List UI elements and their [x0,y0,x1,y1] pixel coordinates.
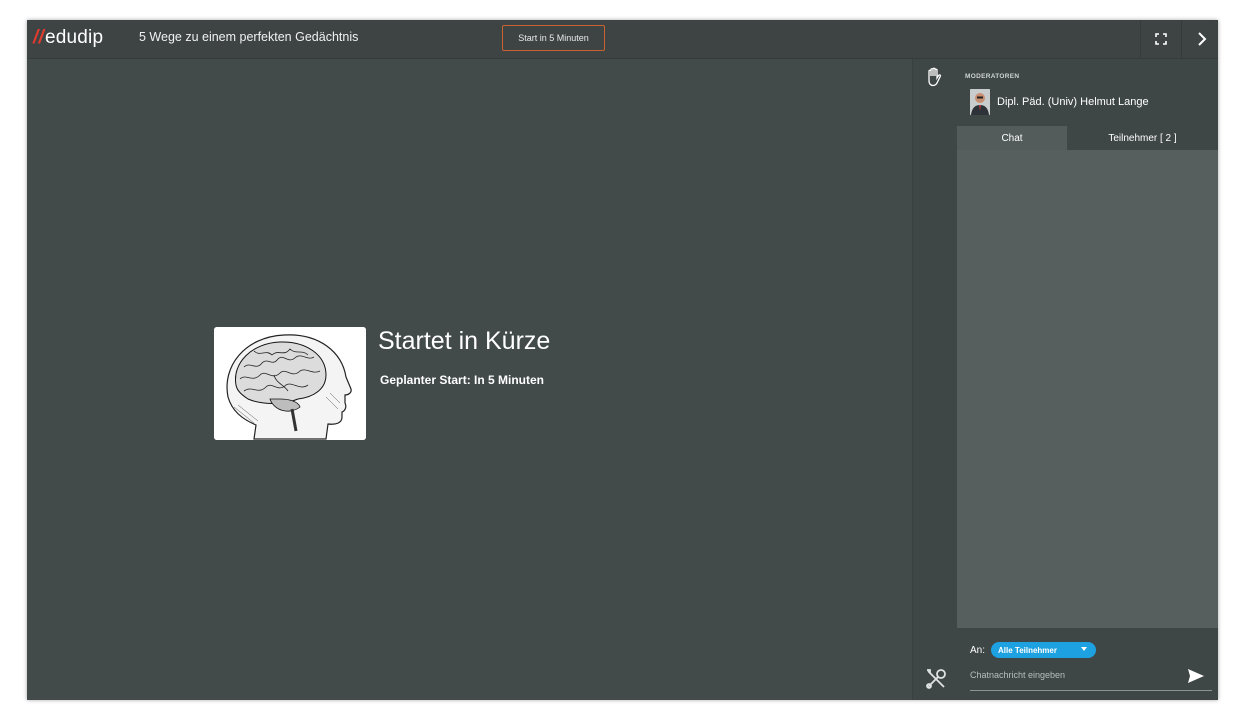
logo-mark: // [33,27,44,48]
tab-chat[interactable]: Chat [957,126,1067,150]
panel-tabs: Chat Teilnehmer [ 2 ] [957,126,1218,150]
moderator-name: Dipl. Päd. (Univ) Helmut Lange [997,96,1149,108]
tools-button[interactable] [924,667,948,696]
recipient-dropdown[interactable]: Alle Teilnehmer [991,642,1096,658]
chevron-right-icon [1198,32,1207,46]
fullscreen-button[interactable] [1140,20,1181,58]
recipient-value: Alle Teilnehmer [998,645,1057,655]
hand-icon [928,67,942,87]
chat-footer: An: Alle Teilnehmer [957,628,1218,700]
chat-messages-area [957,150,1218,628]
start-countdown-badge: Start in 5 Minuten [502,25,605,51]
chat-message-input[interactable] [970,667,1180,683]
webinar-window: // edudip 5 Wege zu einem perfekten Gedä… [27,20,1218,700]
recipient-label: An: [970,645,986,656]
top-bar: // edudip 5 Wege zu einem perfekten Gedä… [27,20,1218,59]
moderators-heading: MODERATOREN [965,73,1020,80]
raise-hand-button[interactable] [925,67,943,92]
right-panel: MODERATOREN Dipl. Päd. (Univ) Helmut Lan… [957,59,1218,700]
tab-participants[interactable]: Teilnehmer [ 2 ] [1067,126,1218,150]
input-underline [970,690,1212,691]
brain-head-illustration [214,327,366,440]
collapse-panel-button[interactable] [1181,20,1218,58]
send-button[interactable] [1187,668,1205,689]
planned-start-text: Geplanter Start: In 5 Minuten [380,373,545,387]
send-icon [1188,669,1204,683]
event-title: 5 Wege zu einem perfekten Gedächtnis [139,30,359,44]
fullscreen-icon [1155,33,1167,45]
presentation-stage: Startet in Kürze Geplanter Start: In 5 M… [27,59,912,700]
caret-down-icon [1081,647,1087,651]
logo-text: edudip [44,27,104,48]
edudip-logo: // edudip [33,24,103,52]
tool-column [912,59,958,700]
tools-icon [926,669,946,689]
moderator-avatar [970,89,990,115]
stage-title: Startet in Kürze [378,327,551,355]
